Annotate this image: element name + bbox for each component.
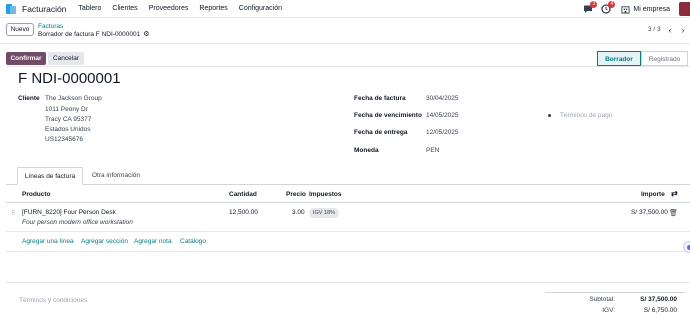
menu-configuracion[interactable]: Configuración: [239, 5, 282, 12]
messages-badge: 3: [590, 1, 598, 8]
customer-address-line: Tracy CA 95377: [45, 116, 92, 123]
tax-total-label: IGV:: [602, 307, 615, 314]
customer-address-line: 1011 Peony Dr: [45, 106, 88, 113]
trash-icon[interactable]: 🗑: [669, 209, 678, 217]
pager-previous-icon[interactable]: ‹: [664, 23, 676, 37]
currency-label: Moneda: [354, 147, 379, 154]
terms-field[interactable]: Términos y condiciones: [19, 297, 87, 304]
activities-badge: 4: [608, 1, 616, 8]
due-date-label: Fecha de vencimiento: [354, 112, 422, 119]
menu-reportes[interactable]: Reportes: [199, 5, 227, 12]
invoice-date-field[interactable]: 30/04/2025: [426, 95, 459, 102]
confirm-button[interactable]: Confirmar: [6, 52, 46, 65]
menu-tablero[interactable]: Tablero: [78, 5, 101, 12]
top-navbar: Facturación Tablero Clientes Proveedores…: [0, 0, 690, 18]
new-button[interactable]: Nuevo: [6, 23, 34, 36]
column-price[interactable]: Precio: [286, 191, 306, 198]
add-note-link[interactable]: Agregar nota: [134, 238, 172, 245]
customer-label: Cliente: [18, 95, 40, 102]
activities-icon[interactable]: 4: [601, 1, 616, 14]
stage-posted[interactable]: Registrado: [641, 51, 688, 66]
breadcrumb-parent[interactable]: Facturas: [38, 23, 63, 30]
customer-name[interactable]: The Jackson Group: [45, 95, 102, 102]
app-name[interactable]: Facturación: [22, 4, 66, 14]
pager-next-icon[interactable]: ›: [677, 23, 689, 37]
cancel-button[interactable]: Cancelar: [48, 52, 84, 65]
delivery-date-field[interactable]: 12/05/2025: [426, 129, 459, 136]
customer-address-line: Estados Unidos: [45, 126, 91, 133]
subtotal-label: Subtotal:: [589, 296, 615, 303]
payment-terms-field[interactable]: Términos de pago: [560, 112, 612, 119]
bullet-icon: [548, 114, 551, 117]
line-quantity[interactable]: 12,500.00: [229, 209, 258, 216]
sheet-top-border: [6, 66, 690, 67]
column-settings-icon[interactable]: ⇄: [671, 189, 678, 198]
breadcrumb-current-label: Borrador de factura F NDI-0000001: [38, 31, 141, 38]
table-footer-divider: [6, 282, 690, 283]
tab-other-info[interactable]: Otra información: [84, 167, 148, 185]
line-amount: S/ 37,500.00: [631, 209, 668, 216]
column-amount[interactable]: Importe: [641, 191, 665, 198]
menu-proveedores[interactable]: Proveedores: [149, 5, 189, 12]
line-tax-badge[interactable]: IGV 18%: [309, 208, 340, 218]
gear-icon[interactable]: ⚙: [143, 31, 149, 38]
breadcrumb-current: Borrador de factura F NDI-0000001 ⚙: [38, 30, 150, 38]
table-bottom-divider: [6, 251, 690, 252]
table-header-divider: [6, 202, 690, 203]
due-date-field[interactable]: 14/05/2025: [426, 112, 459, 119]
menu-clientes[interactable]: Clientes: [112, 5, 137, 12]
messages-icon[interactable]: 3: [583, 1, 598, 14]
tab-invoice-lines[interactable]: Líneas de factura: [17, 167, 83, 185]
column-quantity[interactable]: Cantidad: [229, 191, 257, 198]
invoice-date-label: Fecha de factura: [354, 95, 406, 102]
line-price[interactable]: 3.00: [292, 209, 305, 216]
company-icon[interactable]: [621, 5, 630, 14]
user-avatar[interactable]: [679, 2, 690, 16]
delivery-date-label: Fecha de entrega: [354, 129, 408, 136]
add-section-link[interactable]: Agregar sección: [81, 238, 128, 245]
invoice-title: F NDI-0000001: [18, 70, 121, 87]
add-line-link[interactable]: Agregar una línea: [22, 238, 74, 245]
totals-divider: [545, 292, 685, 293]
drag-handle-icon[interactable]: ⠿: [11, 210, 15, 217]
column-product[interactable]: Producto: [22, 191, 51, 198]
column-taxes[interactable]: Impuestos: [309, 191, 342, 198]
invoicing-app-icon[interactable]: [6, 3, 16, 14]
line-product[interactable]: [FURN_8220] Four Person Desk: [22, 209, 116, 216]
customer-vat: US12345676: [45, 136, 83, 143]
subtotal-value: S/ 37,500.00: [640, 296, 677, 303]
company-switcher[interactable]: Mi empresa: [633, 6, 670, 13]
line-description[interactable]: Four person modern office workstation: [22, 219, 133, 226]
control-panel-divider: [0, 43, 690, 44]
row-divider: [6, 231, 690, 232]
catalog-link[interactable]: Catálogo: [180, 238, 206, 245]
currency-field[interactable]: PEN: [426, 147, 439, 154]
pager-value[interactable]: 3 / 3: [648, 26, 661, 33]
tax-total-value: S/ 6,750.00: [643, 307, 677, 314]
stage-draft[interactable]: Borrador: [597, 51, 641, 66]
assistant-icon[interactable]: [683, 241, 690, 253]
